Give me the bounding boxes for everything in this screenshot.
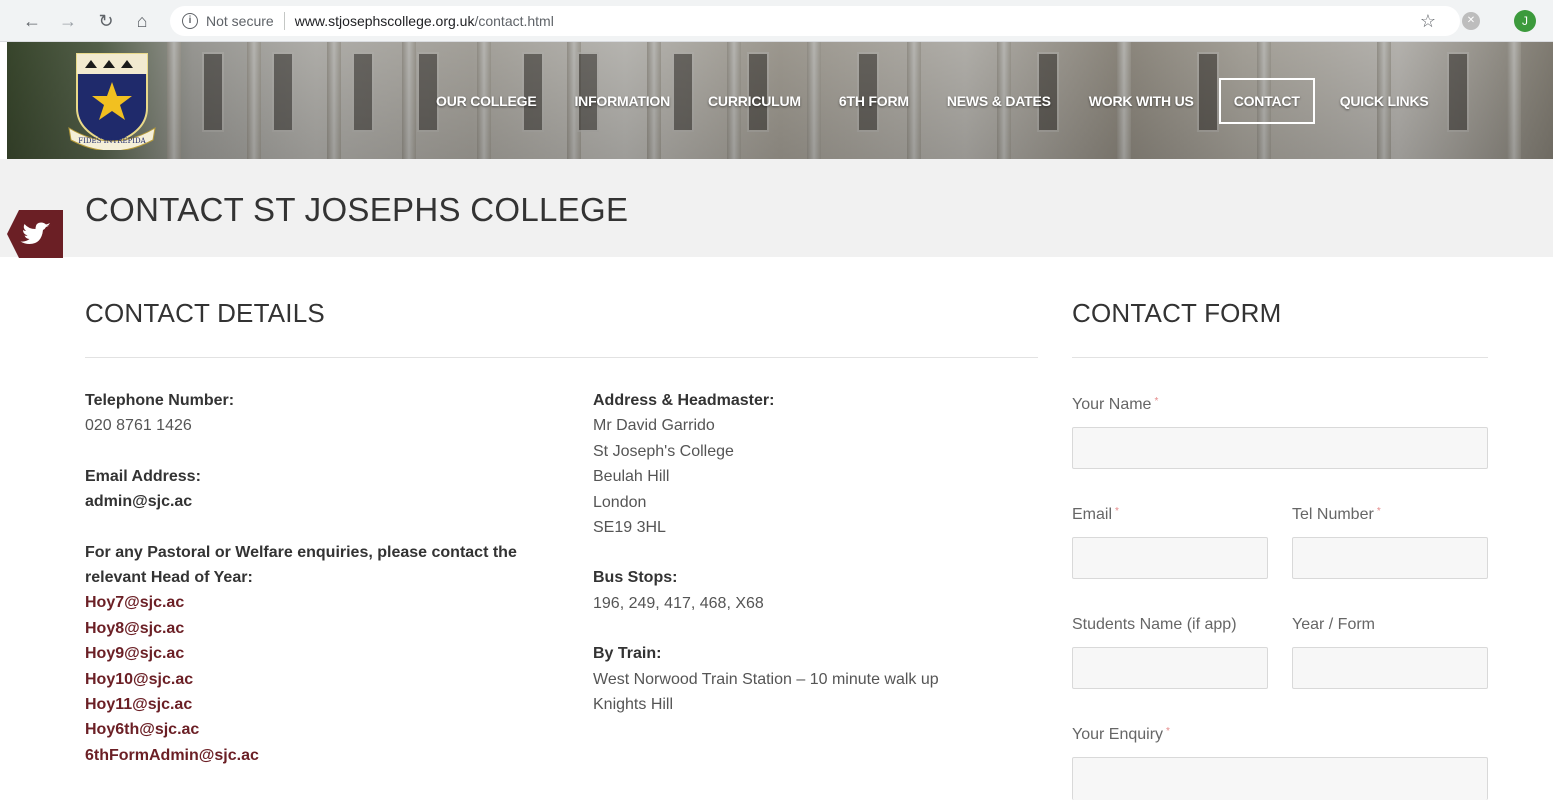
security-label[interactable]: Not secure — [206, 13, 274, 29]
telephone-value: 020 8761 1426 — [85, 417, 192, 435]
site-header: FIDES INTREPIDA OUR COLLEGE INFORMATION … — [7, 42, 1553, 159]
email-field-label: Email * — [1072, 506, 1119, 523]
nav-our-college[interactable]: OUR COLLEGE — [417, 78, 555, 124]
hoy10-email-link[interactable]: Hoy10@sjc.ac — [85, 667, 565, 692]
nav-6th-form[interactable]: 6TH FORM — [820, 78, 928, 124]
contact-details-heading: CONTACT DETAILS — [85, 298, 325, 328]
year-form-field-label: Year / Form — [1292, 616, 1375, 633]
enquiry-textarea[interactable] — [1072, 757, 1488, 800]
students-name-input[interactable] — [1072, 647, 1268, 689]
forward-arrow-icon[interactable]: → — [56, 9, 80, 33]
home-icon[interactable]: ⌂ — [130, 9, 154, 33]
bus-stops-label: Bus Stops: — [593, 569, 678, 587]
url-path[interactable]: /contact.html — [474, 13, 553, 29]
hoy6th-email-link[interactable]: Hoy6th@sjc.ac — [85, 717, 565, 742]
pastoral-text: For any Pastoral or Welfare enquiries, p… — [85, 543, 517, 587]
nav-work-with-us[interactable]: WORK WITH US — [1070, 78, 1213, 124]
email-input[interactable] — [1072, 537, 1268, 579]
form-divider — [1072, 357, 1488, 358]
enquiry-field-label: Your Enquiry * — [1072, 726, 1170, 743]
6thformadmin-email-link[interactable]: 6thFormAdmin@sjc.ac — [85, 743, 565, 768]
nav-quick-links[interactable]: QUICK LINKS — [1321, 78, 1448, 124]
students-name-field-label: Students Name (if app) — [1072, 616, 1237, 633]
address-line: Beulah Hill — [593, 468, 670, 486]
extension-icon[interactable]: ✕ — [1462, 12, 1480, 30]
tel-field-label: Tel Number * — [1292, 506, 1381, 523]
page-title-bar: CONTACT ST JOSEPHS COLLEGE — [0, 159, 1553, 257]
email-label: Email Address: — [85, 467, 201, 485]
college-crest-logo[interactable]: FIDES INTREPIDA — [67, 50, 157, 150]
address-line: SE19 3HL — [593, 519, 666, 537]
details-divider — [85, 357, 1038, 358]
bus-stops-value: 196, 249, 417, 468, X68 — [593, 594, 764, 612]
main-navigation: OUR COLLEGE INFORMATION CURRICULUM 6TH F… — [417, 78, 1448, 124]
hoy7-email-link[interactable]: Hoy7@sjc.ac — [85, 590, 565, 615]
nav-news-dates[interactable]: NEWS & DATES — [928, 78, 1070, 124]
browser-toolbar: ← → ↻ ⌂ i Not secure www.stjosephscolleg… — [0, 0, 1553, 42]
url-domain[interactable]: www.stjosephscollege.org.uk — [295, 13, 475, 29]
name-input[interactable] — [1072, 427, 1488, 469]
hoy11-email-link[interactable]: Hoy11@sjc.ac — [85, 692, 565, 717]
year-form-input[interactable] — [1292, 647, 1488, 689]
train-value: West Norwood Train Station – 10 minute w… — [593, 670, 939, 714]
contact-details-column-1: Telephone Number: 020 8761 1426 Email Ad… — [85, 388, 565, 768]
hoy8-email-link[interactable]: Hoy8@sjc.ac — [85, 616, 565, 641]
hoy9-email-link[interactable]: Hoy9@sjc.ac — [85, 641, 565, 666]
nav-information[interactable]: INFORMATION — [555, 78, 689, 124]
address-bar[interactable]: i Not secure www.stjosephscollege.org.uk… — [170, 6, 1460, 36]
email-value[interactable]: admin@sjc.ac — [85, 489, 565, 514]
star-icon[interactable]: ☆ — [1420, 11, 1436, 32]
contact-details-column-2: Address & Headmaster: Mr David Garrido S… — [593, 388, 1013, 717]
back-arrow-icon[interactable]: ← — [20, 9, 44, 33]
svg-text:FIDES INTREPIDA: FIDES INTREPIDA — [78, 137, 146, 145]
page-title: CONTACT ST JOSEPHS COLLEGE — [85, 191, 629, 228]
address-line: London — [593, 493, 647, 511]
omnibox-divider — [283, 12, 285, 30]
profile-avatar[interactable]: J — [1514, 10, 1536, 32]
train-label: By Train: — [593, 645, 662, 663]
address-label: Address & Headmaster: — [593, 392, 775, 409]
name-field-label: Your Name * — [1072, 396, 1159, 413]
contact-form-heading: CONTACT FORM — [1072, 298, 1282, 328]
info-icon[interactable]: i — [182, 13, 198, 29]
twitter-icon[interactable] — [7, 210, 63, 258]
telephone-label: Telephone Number: — [85, 392, 235, 409]
address-line: St Joseph's College — [593, 442, 734, 460]
nav-curriculum[interactable]: CURRICULUM — [689, 78, 820, 124]
tel-input[interactable] — [1292, 537, 1488, 579]
address-line: Mr David Garrido — [593, 417, 715, 435]
nav-contact[interactable]: CONTACT — [1218, 78, 1315, 124]
reload-icon[interactable]: ↻ — [94, 9, 118, 33]
